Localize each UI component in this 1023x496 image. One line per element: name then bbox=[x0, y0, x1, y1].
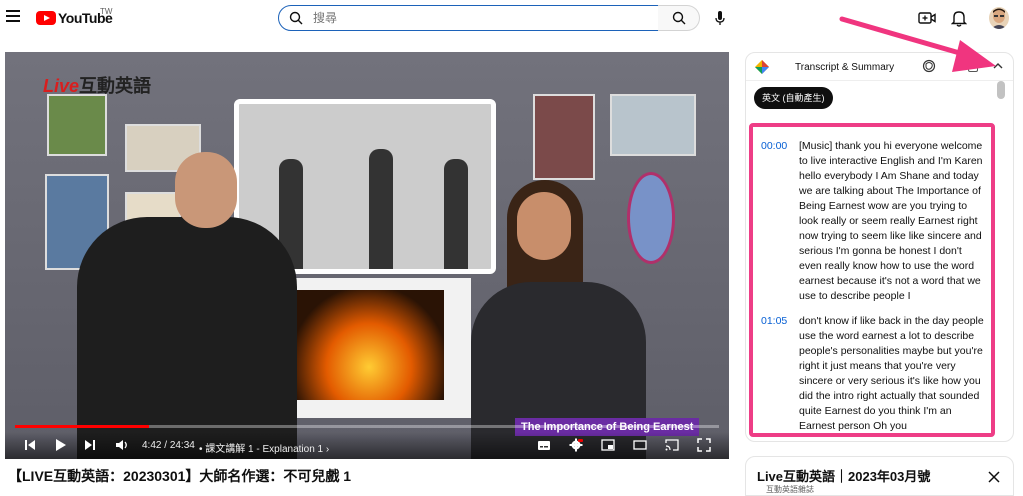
panel-title: Transcript & Summary bbox=[795, 62, 895, 73]
bell-icon[interactable] bbox=[951, 9, 967, 27]
playlist-title: Live互動英語｜2023年03月號 bbox=[757, 469, 931, 484]
previous-icon[interactable] bbox=[23, 438, 37, 452]
voice-search-button[interactable] bbox=[710, 8, 730, 28]
transcript-segment[interactable]: 01:05 don't know if like back in the day… bbox=[753, 314, 991, 433]
next-icon[interactable] bbox=[83, 438, 97, 452]
youtube-play-icon bbox=[36, 11, 56, 25]
play-icon[interactable] bbox=[53, 438, 67, 452]
transcript-summary-panel: Transcript & Summary 英文 (自動產生) 00:00 [Mu… bbox=[745, 52, 1014, 442]
copy-icon[interactable] bbox=[968, 61, 978, 72]
transcript-segment[interactable]: 00:00 [Music] thank you hi everyone welc… bbox=[753, 139, 991, 304]
transcript-list: 00:00 [Music] thank you hi everyone welc… bbox=[749, 123, 995, 437]
presenter-shane bbox=[77, 217, 297, 459]
progress-bar[interactable] bbox=[15, 425, 719, 428]
settings-icon[interactable] bbox=[569, 438, 583, 452]
wall-picture bbox=[533, 94, 595, 180]
fireplace bbox=[276, 278, 471, 418]
wall-picture bbox=[47, 94, 107, 156]
subtitles-icon[interactable] bbox=[537, 438, 551, 452]
presenter-shane-head bbox=[175, 152, 237, 228]
top-bar: YouTube TW bbox=[0, 0, 1023, 36]
chapter-title[interactable]: • 課文講解 1 - Explanation 1 › bbox=[199, 440, 329, 455]
search-input[interactable] bbox=[313, 11, 613, 25]
progress-played bbox=[15, 425, 149, 428]
fire bbox=[294, 290, 444, 400]
menu-icon[interactable] bbox=[6, 10, 20, 22]
chevron-right-icon: › bbox=[323, 444, 330, 455]
search-icon bbox=[672, 11, 685, 25]
language-chip[interactable]: 英文 (自動產生) bbox=[754, 87, 833, 109]
extension-logo-icon bbox=[755, 60, 769, 74]
wall-picture bbox=[610, 94, 696, 156]
fullscreen-icon[interactable] bbox=[697, 438, 711, 452]
cast-icon[interactable] bbox=[665, 438, 679, 452]
video-title: 【LIVE互動英語：20230301】大師名作選：不可兒戲 1 bbox=[8, 468, 352, 484]
search-box[interactable] bbox=[278, 5, 659, 31]
panel-header: Transcript & Summary bbox=[746, 53, 1013, 81]
scrollbar-thumb[interactable] bbox=[997, 81, 1005, 99]
segment-text: [Music] thank you hi everyone welcome to… bbox=[799, 140, 983, 302]
time-display: 4:42 / 24:34 bbox=[142, 440, 195, 451]
playlist-subtitle: 互動英語雜誌 bbox=[766, 485, 814, 494]
logo-country-code: TW bbox=[100, 7, 113, 16]
chevron-up-icon[interactable] bbox=[992, 60, 1004, 72]
playlist-card[interactable]: Live互動英語｜2023年03月號 互動英語雜誌 bbox=[745, 456, 1014, 496]
segment-timestamp[interactable]: 01:05 bbox=[753, 314, 799, 433]
presenter-karen-head bbox=[517, 192, 571, 260]
segment-text: don't know if like back in the day peopl… bbox=[799, 315, 984, 432]
panel-scrollbar[interactable] bbox=[997, 81, 1005, 441]
video-player[interactable]: Live互動英語 The Importance of Being Earnest… bbox=[5, 52, 729, 459]
wall-picture bbox=[627, 172, 675, 264]
search-icon bbox=[289, 11, 303, 25]
miniplayer-icon[interactable] bbox=[601, 438, 615, 452]
player-controls: 4:42 / 24:34 • 課文講解 1 - Explanation 1 › bbox=[5, 432, 729, 459]
close-icon[interactable] bbox=[987, 470, 1001, 484]
mic-icon bbox=[715, 10, 725, 25]
avatar[interactable] bbox=[989, 7, 1009, 29]
search-button[interactable] bbox=[658, 5, 700, 31]
theater-mode-icon[interactable] bbox=[633, 438, 647, 452]
segment-timestamp[interactable]: 00:00 bbox=[753, 139, 799, 304]
create-icon[interactable] bbox=[918, 9, 936, 27]
volume-icon[interactable] bbox=[115, 438, 129, 452]
chatgpt-summary-icon[interactable] bbox=[922, 59, 936, 73]
